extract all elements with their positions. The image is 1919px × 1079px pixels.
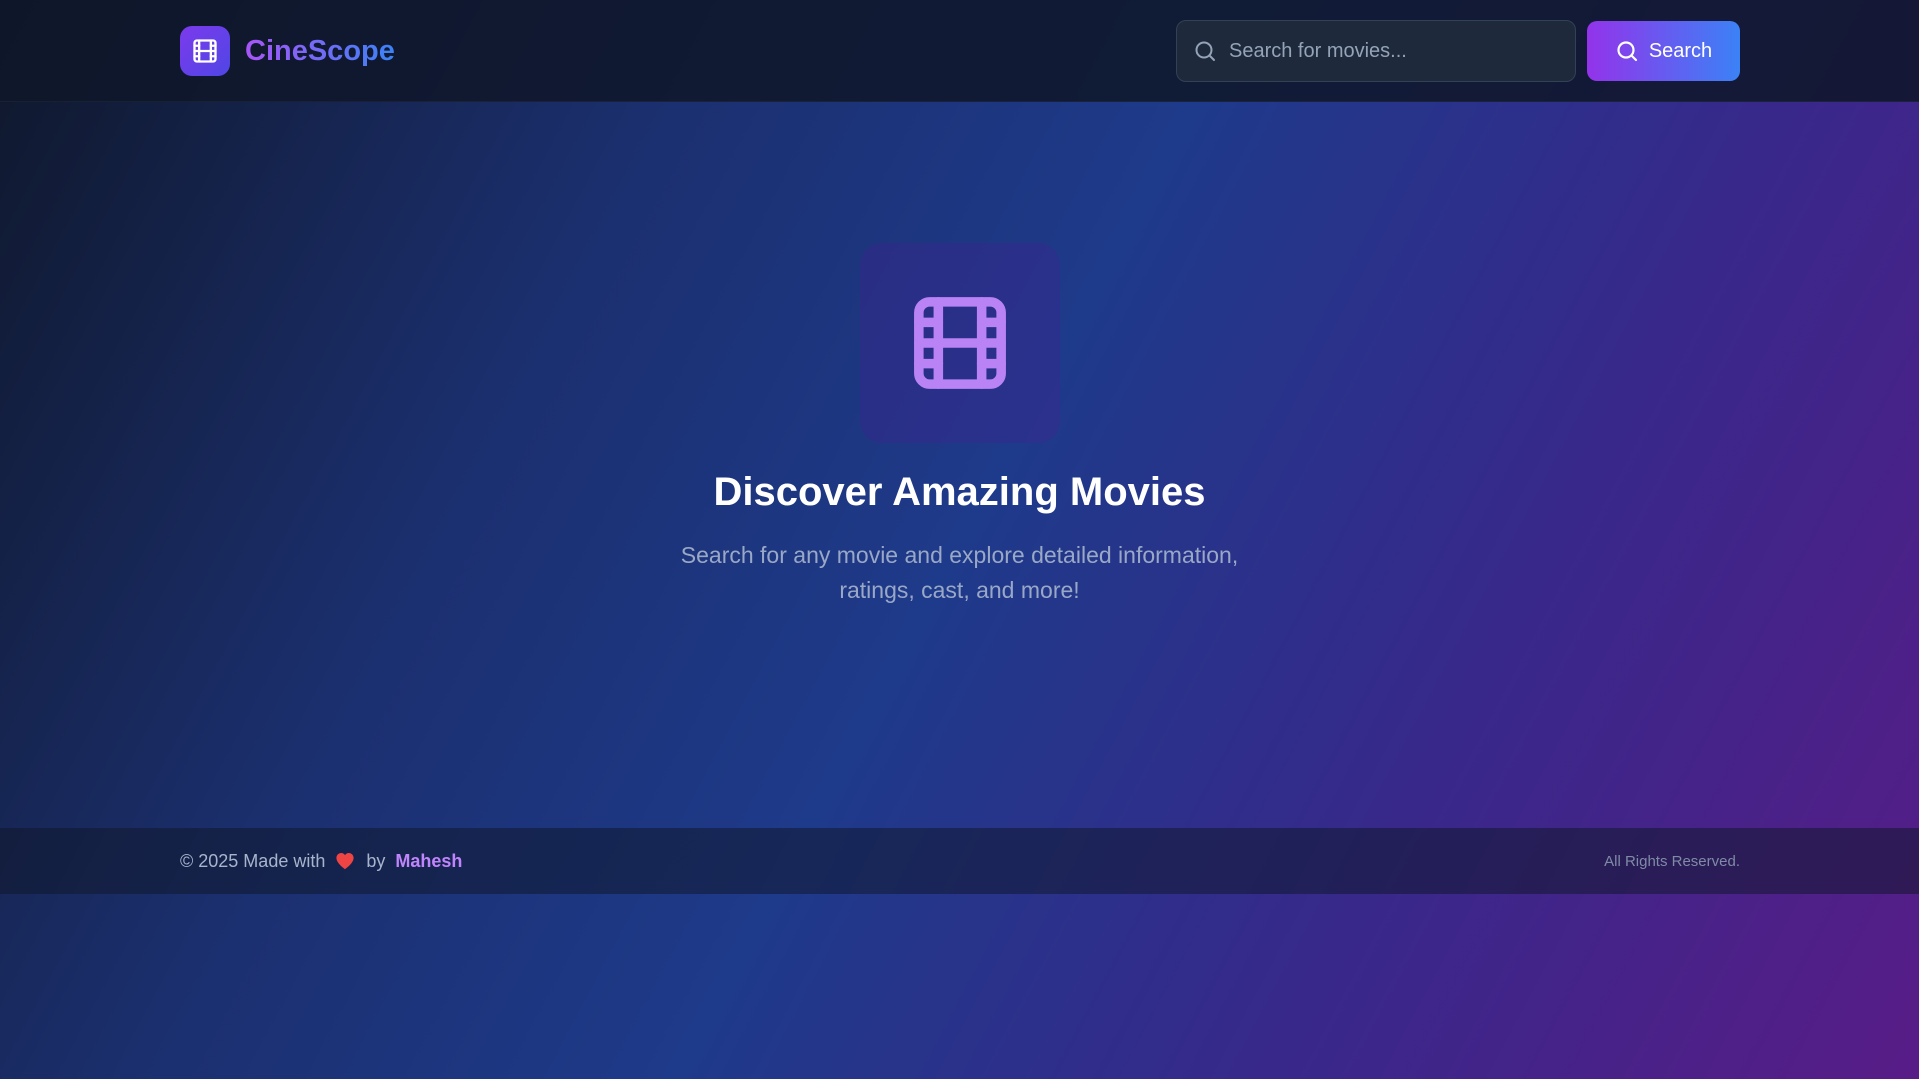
top-nav-bar: CineScope Search	[0, 0, 1919, 102]
search-input[interactable]	[1229, 39, 1559, 63]
search-field[interactable]	[1176, 20, 1576, 82]
search-icon	[1615, 39, 1639, 63]
footer-credit: © 2025 Made with by Mahesh	[180, 828, 462, 894]
search-button[interactable]: Search	[1587, 21, 1740, 81]
film-icon	[180, 26, 230, 76]
copyright-text: © 2025 Made with	[180, 850, 326, 871]
footer: © 2025 Made with by Mahesh All Rights Re…	[0, 828, 1919, 894]
heart-icon	[335, 852, 355, 870]
search-icon	[1193, 39, 1217, 63]
film-icon	[860, 243, 1060, 443]
hero-subtitle: Search for any movie and explore detaile…	[680, 542, 1239, 603]
search-button-label: Search	[1648, 39, 1713, 62]
rights-text: All Rights Reserved.	[1604, 852, 1740, 870]
author-link[interactable]: Mahesh	[395, 851, 462, 872]
brand[interactable]: CineScope	[180, 26, 395, 76]
by-text: by	[366, 850, 386, 871]
brand-name: CineScope	[245, 34, 395, 67]
hero-title: Discover Amazing Movies	[713, 470, 1206, 514]
